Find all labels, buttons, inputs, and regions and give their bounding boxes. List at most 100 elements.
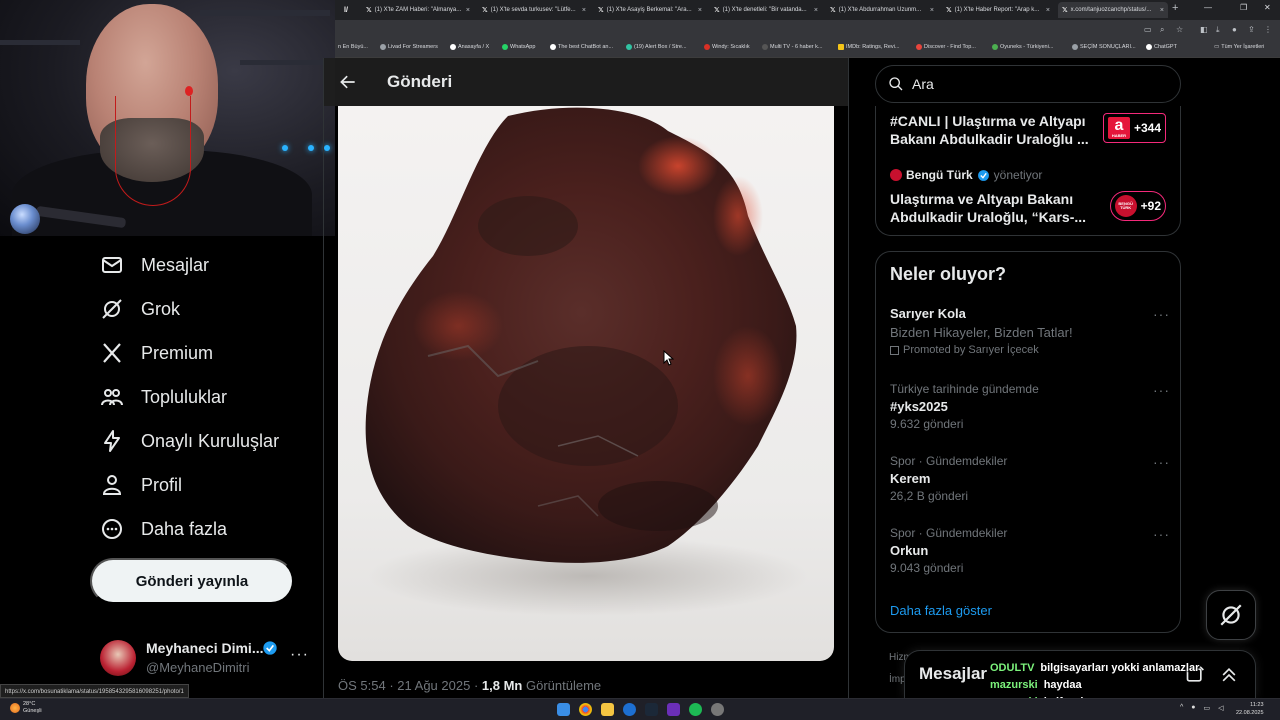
menu-icon[interactable]: ⋮ <box>1264 25 1272 34</box>
post-button[interactable]: Gönderi yayınla <box>90 558 294 604</box>
close-icon[interactable]: × <box>930 7 934 14</box>
volume-icon[interactable]: ◁ <box>1218 704 1223 712</box>
earphone <box>185 86 193 96</box>
messages-drawer-title: Mesajlar <box>919 664 988 683</box>
bookmark-item[interactable]: The best ChatBot an... <box>550 44 613 50</box>
background-light <box>308 145 314 151</box>
nav-item-verified-orgs[interactable]: Onaylı Kuruluşlar <box>100 426 279 456</box>
chrome-icon[interactable] <box>579 703 592 716</box>
close-icon[interactable]: × <box>698 7 702 14</box>
grok-floating-button[interactable] <box>1206 590 1256 640</box>
download-icon[interactable]: ⤓ <box>1216 25 1220 35</box>
search-box[interactable] <box>875 65 1181 103</box>
share-icon[interactable]: ⇪ <box>1248 25 1255 34</box>
chevron-up-icon[interactable]: ^ <box>1180 704 1183 712</box>
more-options-icon[interactable]: ··· <box>1153 526 1170 542</box>
bookmark-item[interactable]: Livad For Streamers <box>380 44 438 50</box>
bookmark-item[interactable]: ChatGPT <box>1146 44 1177 50</box>
nav-item-profile[interactable]: Profil <box>100 470 182 500</box>
weather-widget[interactable]: 28°C Güneşli <box>10 701 42 715</box>
bookmark-item[interactable]: (19) Alert Box / Stre... <box>626 44 687 50</box>
browser-tab[interactable]: 𝕏 (1) X'te Abdurrahman Uzunm... × <box>826 2 938 18</box>
view-count: 1,8 Mn <box>481 678 523 693</box>
browser-tab[interactable]: 𝕏 (1) X'te Asayiş Berkemal: "Ara... × <box>594 2 706 18</box>
browser-tab[interactable]: 𝕏 (1) X'te denetleli: "Bir vatanda... × <box>710 2 822 18</box>
browser-tab-active[interactable]: 𝕏x.com/tanjuozcanchp/status/... × <box>1058 2 1168 18</box>
browser-tab[interactable]: 𝕏 (1) X'te sevda turkusev: "Lütfe... × <box>478 2 590 18</box>
star-icon[interactable]: ☆ <box>1176 25 1183 34</box>
background-light <box>324 145 330 151</box>
zoom-icon[interactable]: ⌕ <box>1160 25 1164 35</box>
bookmark-item[interactable]: Oyuneks - Türkiyeni... <box>992 44 1053 50</box>
close-icon[interactable]: × <box>1046 7 1050 14</box>
windows-start-icon[interactable] <box>557 703 570 716</box>
browser-tab[interactable]: 𝕏 (1) X'te ZAM Haberi: "Almanya... × <box>362 2 474 18</box>
verified-badge-icon <box>977 169 989 181</box>
browser-tab[interactable]: 𝕏 (1) X'te Haber Report: "Arap k... × <box>942 2 1054 18</box>
bookmark-item[interactable]: Multi TV - 6 haber k... <box>762 44 822 50</box>
post-header: Gönderi <box>324 58 848 106</box>
restore-icon[interactable]: ❐ <box>1240 3 1247 12</box>
x-logo-icon <box>450 44 456 50</box>
bookmark-item[interactable]: Windy: Sıcaklık <box>704 44 750 50</box>
grok-icon <box>102 299 122 319</box>
mic-icon[interactable]: ● <box>1191 704 1195 712</box>
bookmark-item[interactable]: n En Büyü... <box>338 44 368 50</box>
more-options-icon[interactable]: ··· <box>1153 382 1170 398</box>
account-switcher[interactable]: Meyhaneci Dimi... @MeyhaneDimitri ··· <box>100 636 314 680</box>
close-icon[interactable]: × <box>814 7 818 14</box>
close-icon[interactable]: × <box>1160 7 1164 14</box>
bookmark-item[interactable]: Discover - Find Top... <box>916 44 976 50</box>
windy-icon <box>704 44 710 50</box>
bookmark-item[interactable]: IMDb: Ratings, Revi... <box>838 44 900 50</box>
discover-icon <box>916 44 922 50</box>
close-window-icon[interactable]: ✕ <box>1264 3 1271 12</box>
cast-icon[interactable]: ▭ <box>1144 25 1152 34</box>
show-more-link[interactable]: Daha fazla göster <box>890 603 992 618</box>
nav-item-messages[interactable]: Mesajlar <box>100 250 209 280</box>
minimize-icon[interactable]: — <box>1204 3 1212 12</box>
bookmark-item[interactable]: WhatsApp <box>502 44 535 50</box>
nav-item-premium[interactable]: Premium <box>100 338 213 368</box>
trend-item[interactable]: Türkiye tarihinde gündemde #yks2025 9.63… <box>890 382 1170 431</box>
sun-icon <box>10 703 20 713</box>
post-image[interactable] <box>338 106 834 661</box>
app-icon[interactable] <box>667 703 680 716</box>
trend-item[interactable]: Spor · Gündemdekiler Orkun 9.043 gönderi… <box>890 526 1170 575</box>
spotify-icon[interactable] <box>689 703 702 716</box>
bookmark-item[interactable]: Anasayfa / X <box>450 44 489 50</box>
file-explorer-icon[interactable] <box>601 703 614 716</box>
page-title: Gönderi <box>387 72 453 91</box>
steam-icon[interactable] <box>645 703 658 716</box>
tab-partial[interactable]: l/ <box>340 2 352 18</box>
nav-item-more[interactable]: Daha fazla <box>100 514 227 544</box>
profile-icon[interactable]: ● <box>1232 25 1237 34</box>
imdb-icon <box>838 44 844 50</box>
chevron-up-icon[interactable] <box>1219 665 1239 685</box>
system-clock[interactable]: 11:23 22.08.2025 <box>1236 702 1264 717</box>
all-bookmarks[interactable]: ▭ Tüm Yer İşaretleri <box>1214 44 1264 50</box>
close-icon[interactable]: × <box>582 7 586 14</box>
network-icon[interactable]: ▭ <box>1204 704 1211 712</box>
extensions-icon[interactable]: ◧ <box>1200 25 1208 34</box>
account-name: Meyhaneci Dimi... <box>146 640 264 656</box>
x-logo-icon: 𝕏 <box>1062 7 1068 14</box>
promoted-trend[interactable]: Sarıyer Kola Bizden Hikayeler, Bizden Ta… <box>890 306 1170 356</box>
trend-item[interactable]: Spor · Gündemdekiler Kerem 26,2 B gönder… <box>890 454 1170 503</box>
more-options-icon[interactable]: ··· <box>290 646 309 664</box>
close-icon[interactable]: × <box>466 7 470 14</box>
avatar <box>100 640 136 676</box>
app-icon[interactable] <box>711 703 724 716</box>
app-icon[interactable] <box>623 703 636 716</box>
background-shelf <box>240 60 335 65</box>
more-options-icon[interactable]: ··· <box>1153 306 1170 322</box>
bookmark-item[interactable]: SEÇİM SONUÇLARI... <box>1072 44 1136 50</box>
new-tab-button[interactable]: + <box>1172 2 1178 14</box>
search-input[interactable] <box>912 74 1162 94</box>
nav-item-grok[interactable]: Grok <box>100 294 180 324</box>
more-options-icon[interactable]: ··· <box>1153 454 1170 470</box>
background-shelf <box>0 40 80 45</box>
back-arrow-icon[interactable] <box>338 72 358 92</box>
post-timestamp: ÖS 5:54 · 21 Ağu 2025 · 1,8 Mn Görüntüle… <box>338 678 602 693</box>
nav-item-communities[interactable]: Topluluklar <box>100 382 227 412</box>
